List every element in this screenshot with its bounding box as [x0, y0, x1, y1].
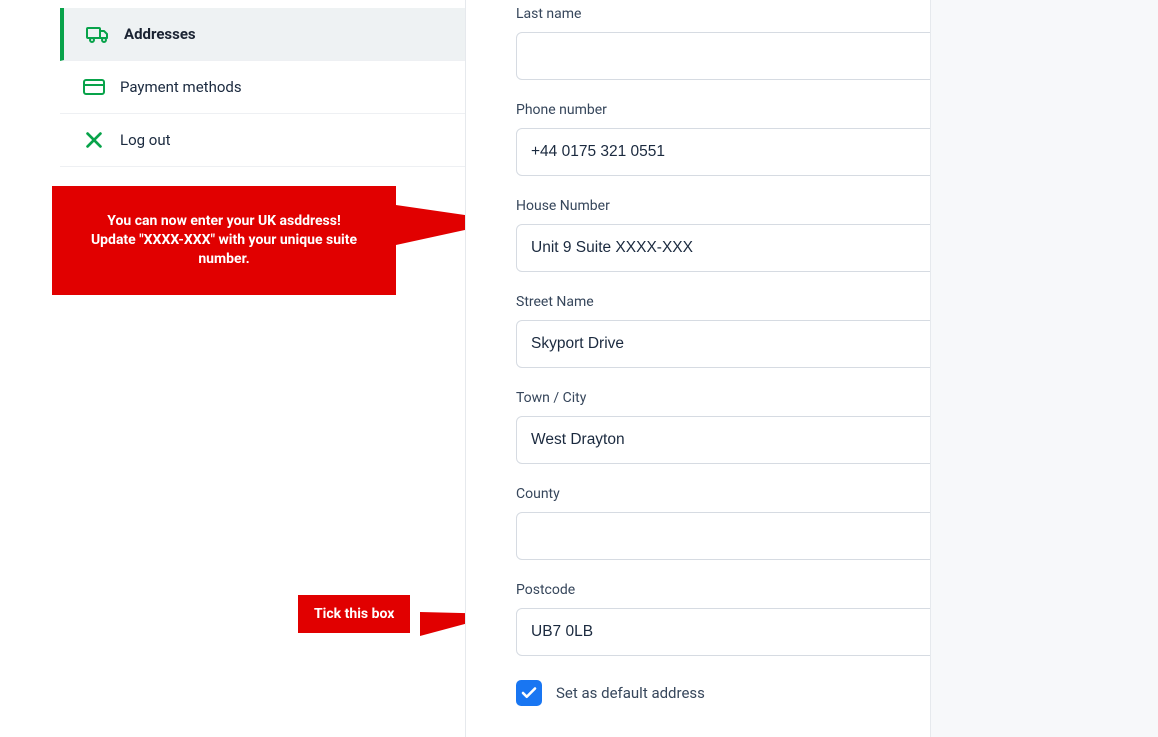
right-gutter: [930, 0, 1158, 737]
sidebar-item-logout[interactable]: Log out: [60, 114, 465, 167]
callout-tick-box: Tick this box: [298, 595, 410, 633]
label-default-address: Set as default address: [556, 684, 705, 702]
callout-text-line: number.: [66, 250, 382, 269]
page-root: Addresses Payment methods Log out You ca…: [0, 0, 1158, 737]
sidebar-item-payment[interactable]: Payment methods: [60, 61, 465, 114]
sidebar-item-label: Addresses: [124, 25, 196, 43]
sidebar-item-label: Log out: [120, 131, 171, 149]
checkbox-default-address[interactable]: [516, 680, 542, 706]
sidebar-item-addresses[interactable]: Addresses: [60, 8, 465, 61]
callout-text: Tick this box: [314, 606, 394, 622]
callout-address-tip: You can now enter your UK asddress! Upda…: [52, 186, 396, 295]
card-icon: [82, 75, 106, 99]
callout-text-line: You can now enter your UK asddress!: [66, 212, 382, 231]
truck-icon: [86, 22, 110, 46]
sidebar-item-label: Payment methods: [120, 78, 242, 96]
check-icon: [520, 684, 538, 702]
callout-text-line: Update "XXXX-XXX" with your unique suite: [66, 231, 382, 250]
close-icon: [82, 128, 106, 152]
sidebar: Addresses Payment methods Log out You ca…: [0, 0, 465, 737]
